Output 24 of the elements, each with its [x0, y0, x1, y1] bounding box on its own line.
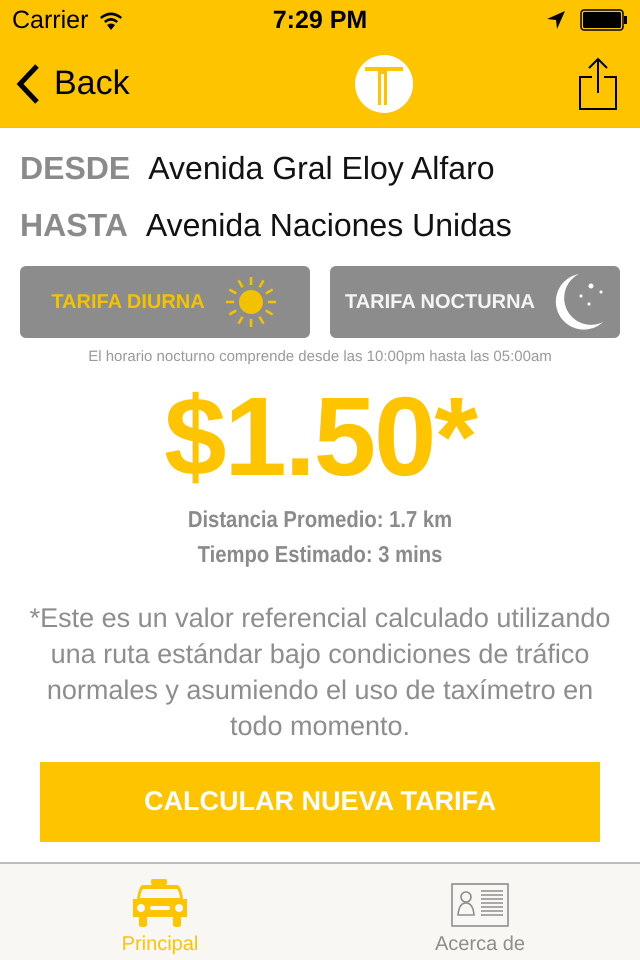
- route-label: HASTA: [20, 207, 128, 244]
- distance-text: Distancia Promedio: 1.7 km: [186, 504, 454, 534]
- calculate-button[interactable]: CALCULAR NUEVA TARIFA: [40, 762, 600, 842]
- logo-icon: [354, 54, 413, 112]
- share-icon[interactable]: [578, 56, 618, 110]
- tab-item[interactable]: Acerca de: [320, 864, 640, 960]
- back-button[interactable]: Back: [16, 64, 130, 104]
- time-estimate-text: Tiempo Estimado: 3 mins: [196, 540, 444, 569]
- tariff-button[interactable]: TARIFA NOCTURNA: [330, 266, 620, 338]
- taxi-icon: [133, 879, 187, 927]
- price-text: $1.50*: [163, 373, 478, 501]
- address-text: Avenida Naciones Unidas: [146, 207, 512, 244]
- wifi-icon: [98, 10, 124, 30]
- route-label: DESDE: [20, 150, 130, 187]
- night-hours-note: El horario nocturno comprende desde las 10:00pm hasta las 05:00am: [87, 348, 553, 365]
- tariff-button[interactable]: TARIFA DIURNA: [20, 266, 310, 338]
- clock-time: 7:29 PM: [272, 6, 368, 34]
- location-arrow-icon: [546, 10, 566, 30]
- disclaimer-text: *Este es un valor referencial calculado utilizando una ruta estándar bajo condiciones de tráfico normales y asumiendo el uso de taxímetro en todo momento.: [28, 602, 612, 743]
- address-text: Avenida Gral Eloy Alfaro: [148, 150, 495, 187]
- chevron-left-icon: [16, 64, 40, 104]
- carrier-label: Carrier: [12, 6, 88, 34]
- contact-card-icon: [451, 883, 509, 927]
- battery-icon: [580, 9, 628, 31]
